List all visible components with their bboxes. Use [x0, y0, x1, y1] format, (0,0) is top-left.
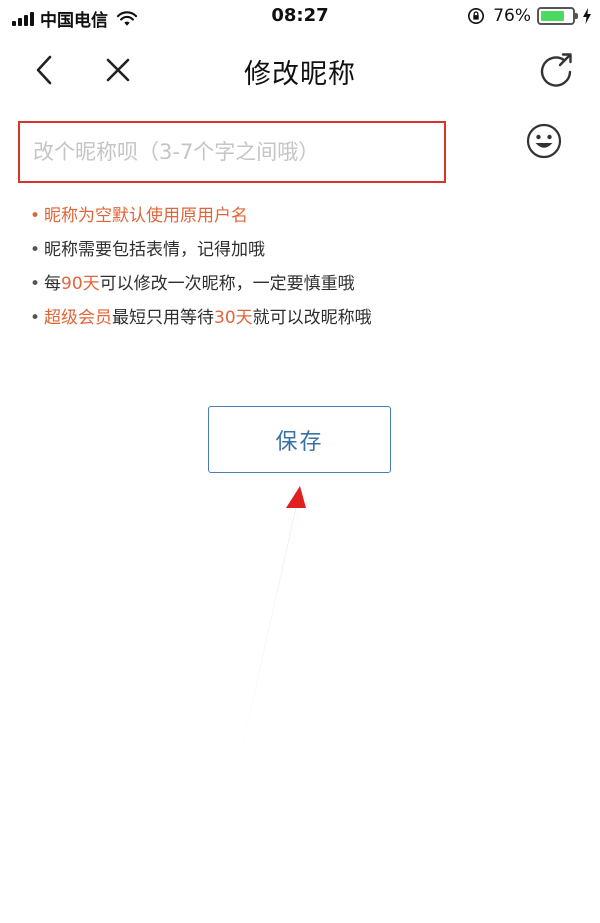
page-title: 修改昵称 [244, 59, 356, 90]
battery-level [541, 11, 564, 21]
nav-bar: 修改昵称 [0, 34, 600, 102]
share-icon [540, 53, 572, 87]
status-right: 76% [467, 6, 592, 26]
status-bar: 中国电信 08:27 76% [0, 0, 600, 34]
rule-highlight: 30天 [214, 308, 253, 328]
back-button[interactable] [24, 50, 64, 90]
rule-highlight: 昵称为空默认使用原用户名 [44, 206, 248, 226]
rule-item: • 昵称为空默认使用原用户名 [30, 203, 372, 237]
chevron-left-icon [36, 55, 52, 85]
signal-bars-icon [12, 11, 34, 26]
bullet: • [30, 206, 41, 226]
orientation-lock-icon [468, 7, 485, 25]
bullet: • [30, 308, 41, 328]
rule-highlight: 90天 [61, 274, 100, 294]
rule-item: • 每90天可以修改一次昵称，一定要慎重哦 [30, 271, 372, 305]
emoji-button[interactable] [525, 122, 563, 160]
carrier-name: 中国电信 [40, 11, 108, 31]
rule-text: 可以修改一次昵称，一定要慎重哦 [99, 274, 355, 294]
share-button[interactable] [536, 50, 576, 90]
rule-text: 每 [44, 274, 61, 294]
rule-highlight: 超级会员 [44, 308, 112, 328]
status-left: 中国电信 [12, 6, 138, 31]
save-button[interactable]: 保存 [208, 406, 391, 473]
rule-text: 最短只用等待 [112, 308, 214, 328]
nickname-rules-list: • 昵称为空默认使用原用户名 • 昵称需要包括表情，记得加哦 • 每90天可以修改一次… [30, 203, 372, 339]
rule-text: 就可以改昵称哦 [252, 308, 372, 328]
close-button[interactable] [98, 50, 138, 90]
battery-icon [537, 7, 578, 25]
rule-item: • 超级会员最短只用等待30天就可以改昵称哦 [30, 305, 372, 339]
charging-bolt-icon [583, 8, 591, 24]
smiley-icon [526, 123, 562, 159]
wifi-icon [116, 10, 138, 26]
bullet: • [30, 274, 41, 294]
arrow-head [286, 486, 306, 508]
arrow-shaft [231, 490, 300, 798]
rule-text: 昵称需要包括表情，记得加哦 [44, 240, 265, 260]
battery-percent: 76% [493, 6, 531, 26]
bullet: • [30, 240, 41, 260]
nickname-input-container [18, 121, 446, 183]
nickname-input[interactable] [20, 123, 444, 181]
close-icon [106, 58, 130, 82]
rule-item: • 昵称需要包括表情，记得加哦 [30, 237, 372, 271]
